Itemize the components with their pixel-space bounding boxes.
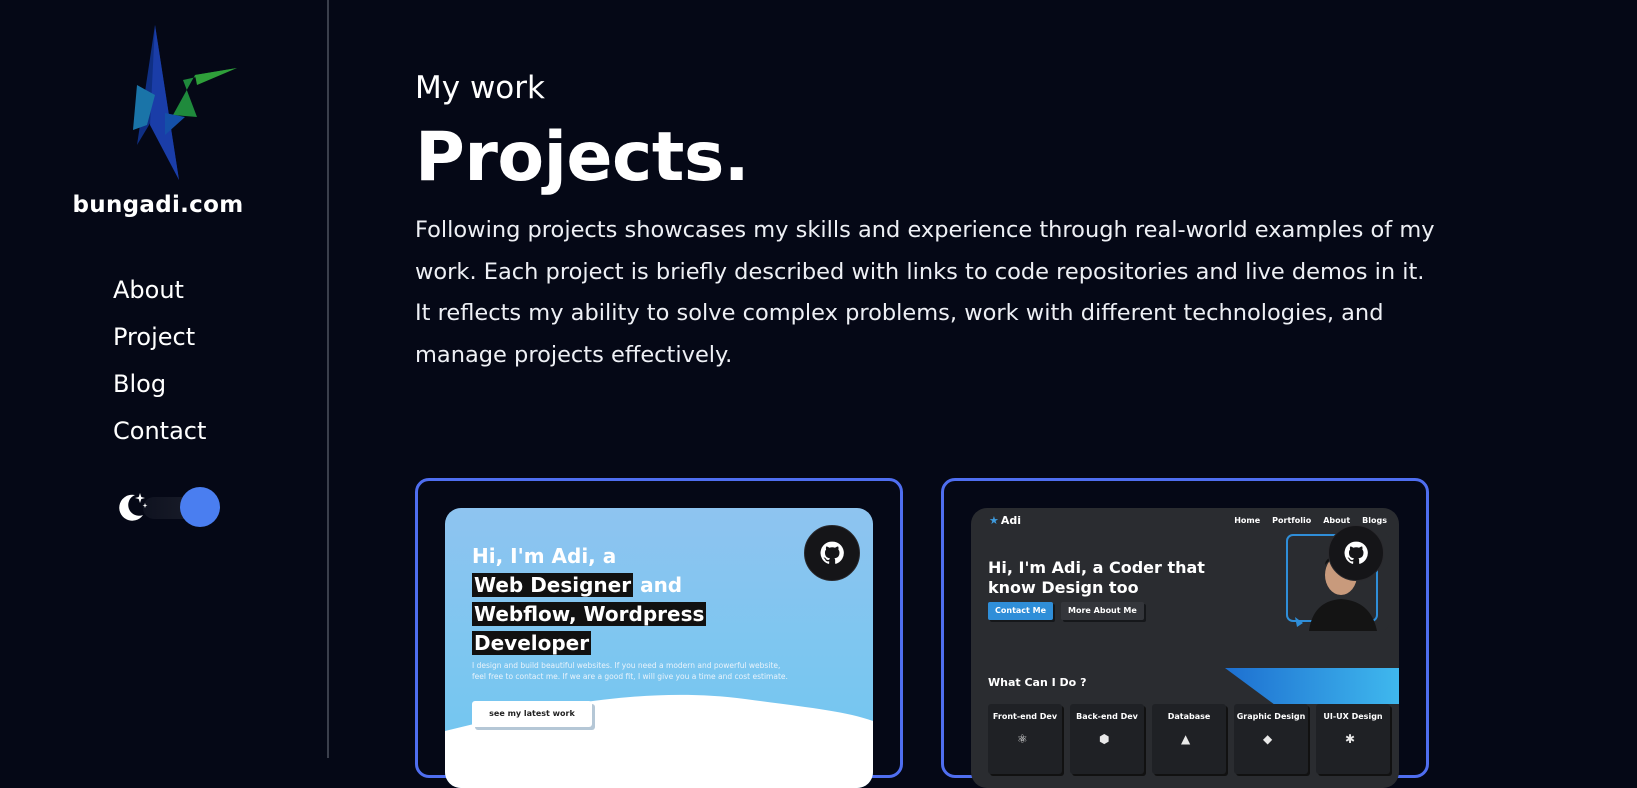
sidebar: bungadi.com About Project Blog Contact (0, 0, 329, 758)
nav-item-blog[interactable]: Blog (113, 364, 206, 411)
brand-name[interactable]: bungadi.com (0, 192, 316, 218)
toggle-knob[interactable] (180, 487, 220, 527)
preview-button: see my latest work (472, 701, 592, 727)
skill-card: Graphic Design ◆ (1234, 704, 1308, 774)
preview-contact-button: Contact Me (988, 602, 1054, 620)
page-title: Projects. (415, 118, 750, 197)
nav-item-project[interactable]: Project (113, 317, 206, 364)
theme-toggle[interactable] (113, 487, 220, 527)
skill-card: Database ▲ (1152, 704, 1226, 774)
section-eyebrow: My work (415, 70, 545, 106)
preview-about-button: More About Me (1061, 602, 1144, 620)
section-description: Following projects showcases my skills a… (415, 217, 1435, 368)
github-link-button[interactable] (1328, 525, 1384, 581)
inkscape-icon: ◆ (1263, 732, 1273, 746)
skill-card: Back-end Dev ⬢ (1070, 704, 1144, 774)
skill-card: UI-UX Design ✱ (1316, 704, 1390, 774)
github-icon (1344, 541, 1368, 564)
preview-accent-stripe (1225, 668, 1399, 704)
preview-headline: Hi, I'm Adi, a Web Designer and Webflow,… (472, 544, 707, 655)
preview-headline: Hi, I'm Adi, a Coder that know Design to… (988, 558, 1205, 597)
site-logo[interactable] (125, 25, 255, 190)
preview-body-text: I design and build beautiful websites. I… (472, 661, 788, 681)
figma-icon: ✱ (1345, 732, 1356, 746)
skill-card: Front-end Dev ⚛ (988, 704, 1062, 774)
react-icon: ⚛ (1017, 732, 1028, 746)
preview-buttons: Contact Me More About Me (988, 602, 1144, 620)
nav-item-about[interactable]: About (113, 270, 206, 317)
preview-nav-links: Home Portfolio About Blogs (1234, 516, 1387, 525)
project-card[interactable]: ★ Adi Home Portfolio About Blogs Hi, I'm … (941, 478, 1429, 788)
main-nav: About Project Blog Contact (113, 270, 206, 458)
preview-brand: ★ Adi (989, 514, 1022, 527)
projects-section: My work Projects. Following projects sho… (330, 0, 1637, 788)
github-icon (820, 541, 844, 564)
firebase-icon: ▲ (1181, 732, 1191, 746)
moon-stars-icon (119, 493, 148, 521)
project-card[interactable]: Hi, I'm Adi, a Web Designer and Webflow,… (415, 478, 903, 788)
star-icon: ★ (989, 514, 999, 527)
preview-skills: Front-end Dev ⚛ Back-end Dev ⬢ Database ▲ G… (988, 704, 1390, 774)
github-link-button[interactable] (804, 525, 860, 581)
node-icon: ⬢ (1099, 732, 1110, 746)
preview-section-title: What Can I Do ? (988, 676, 1087, 689)
nav-item-contact[interactable]: Contact (113, 411, 206, 458)
